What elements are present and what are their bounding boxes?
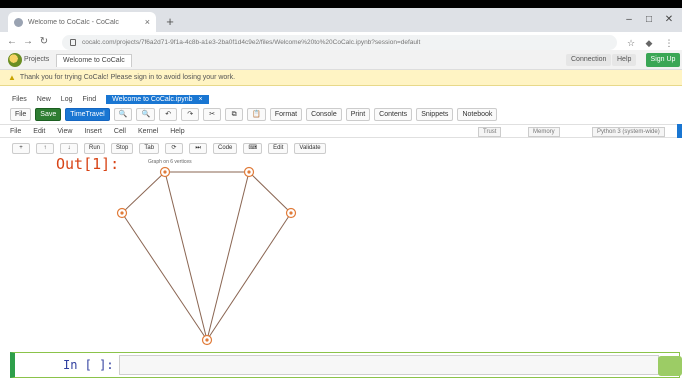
graph-vertex-dot [120, 211, 124, 215]
graph-edge [164, 171, 208, 341]
graph-edge [248, 171, 292, 214]
input-cell[interactable]: In [ ]: [10, 352, 680, 378]
code-input[interactable] [119, 355, 659, 375]
graph-edge [121, 212, 208, 341]
graph-plot [116, 166, 297, 346]
graph-vertex-dot [289, 211, 293, 215]
graph-edge [206, 171, 250, 341]
graph-vertex-dot [163, 170, 167, 174]
graph-edge [121, 171, 166, 214]
cell-side-button[interactable] [658, 356, 682, 376]
graph-edge [206, 212, 292, 341]
graph-vertex-dot [205, 338, 209, 342]
graph-vertex-dot [247, 170, 251, 174]
input-prompt: In [ ]: [63, 358, 114, 372]
